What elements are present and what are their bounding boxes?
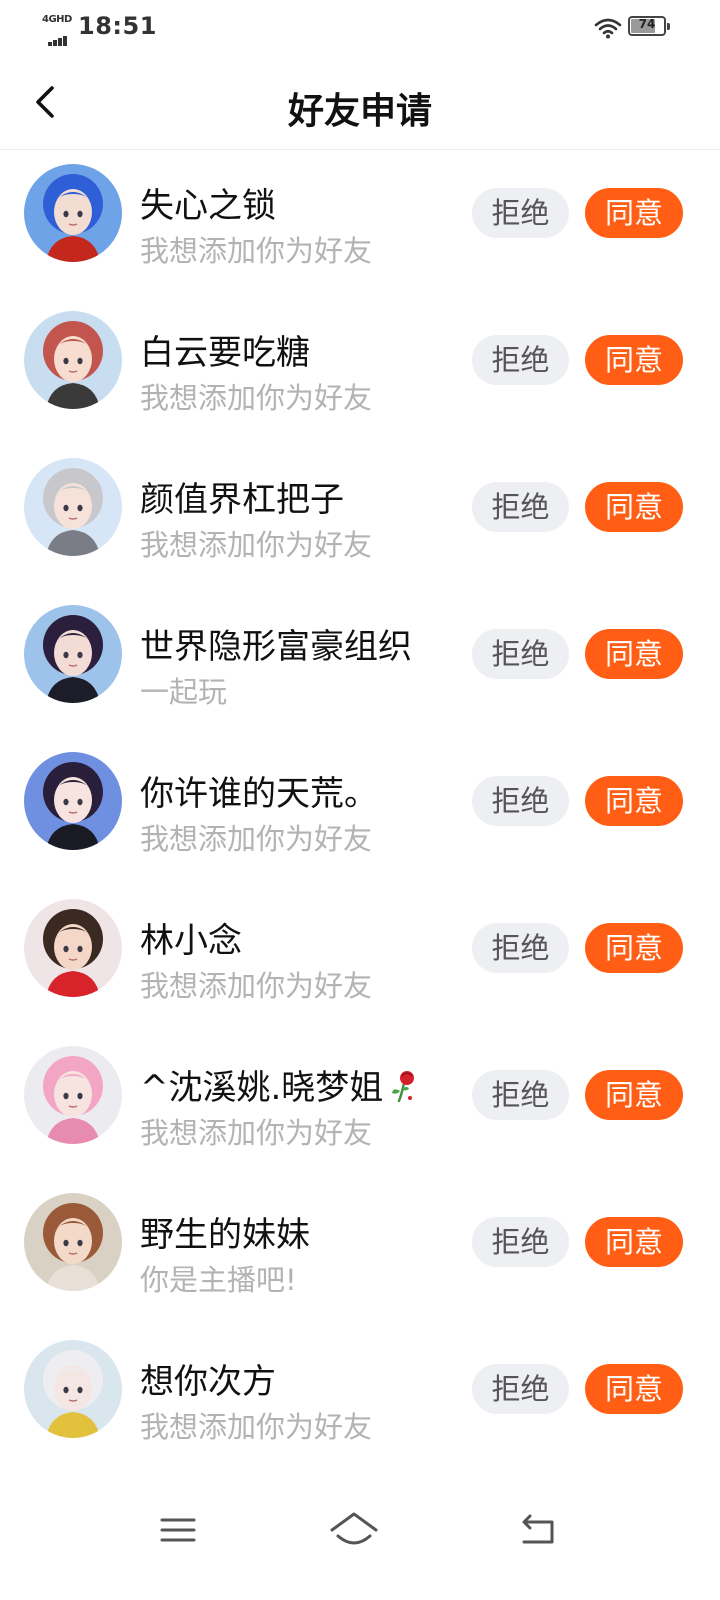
request-message: 我想添加你为好友 <box>140 1410 373 1444</box>
requester-name: 失心之锁 <box>140 186 276 226</box>
friend-request-item: 白云要吃糖 我想添加你为好友 拒绝 同意 <box>0 297 720 444</box>
avatar-image <box>24 1193 122 1291</box>
reject-button[interactable]: 拒绝 <box>472 1070 569 1120</box>
requester-name: 林小念 <box>140 921 242 961</box>
requester-name: ^沈溪姚.晓梦姐 <box>140 1060 423 1109</box>
requester-name: 白云要吃糖 <box>140 333 310 373</box>
accept-button[interactable]: 同意 <box>585 335 683 385</box>
friend-request-item: ^沈溪姚.晓梦姐 我想添加你为好友 拒绝 同意 <box>0 1032 720 1179</box>
accept-button[interactable]: 同意 <box>585 1217 683 1267</box>
requester-name: 想你次方 <box>140 1362 276 1402</box>
accept-button[interactable]: 同意 <box>585 482 683 532</box>
friend-request-item: 野生的妹妹 你是主播吧! 拒绝 同意 <box>0 1179 720 1326</box>
friend-request-item: 失心之锁 我想添加你为好友 拒绝 同意 <box>0 150 720 297</box>
status-bar: 4GHD 18:51 74 <box>0 0 720 56</box>
requester-name: 世界隐形富豪组织 <box>140 627 412 667</box>
friend-request-list: 失心之锁 我想添加你为好友 拒绝 同意 白云要吃糖 我想添加你为好友 拒绝 同意… <box>0 150 720 1473</box>
avatar[interactable] <box>24 164 122 262</box>
accept-button[interactable]: 同意 <box>585 188 683 238</box>
avatar-image <box>24 1046 122 1144</box>
request-message: 我想添加你为好友 <box>140 1116 373 1150</box>
accept-button[interactable]: 同意 <box>585 1070 683 1120</box>
accept-button[interactable]: 同意 <box>585 629 683 679</box>
avatar[interactable] <box>24 1046 122 1144</box>
request-message: 我想添加你为好友 <box>140 381 373 415</box>
request-message: 我想添加你为好友 <box>140 234 373 268</box>
status-time: 18:51 <box>78 12 157 40</box>
battery-level: 74 <box>638 17 656 31</box>
avatar-image <box>24 605 122 703</box>
requester-name: 颜值界杠把子 <box>140 480 344 520</box>
reject-button[interactable]: 拒绝 <box>472 776 569 826</box>
avatar[interactable] <box>24 752 122 850</box>
friend-request-item: 林小念 我想添加你为好友 拒绝 同意 <box>0 885 720 1032</box>
reject-button[interactable]: 拒绝 <box>472 482 569 532</box>
request-message: 你是主播吧! <box>140 1263 297 1297</box>
reject-button[interactable]: 拒绝 <box>472 629 569 679</box>
page-title: 好友申请 <box>287 91 432 132</box>
reject-button[interactable]: 拒绝 <box>472 1217 569 1267</box>
accept-button[interactable]: 同意 <box>585 923 683 973</box>
return-button[interactable] <box>510 1508 566 1552</box>
wifi-icon <box>594 16 622 40</box>
avatar-image <box>24 752 122 850</box>
request-message: 我想添加你为好友 <box>140 528 373 562</box>
avatar-image <box>24 164 122 262</box>
menu-button[interactable] <box>150 1508 206 1552</box>
home-button[interactable] <box>326 1508 382 1552</box>
system-nav-bar <box>0 1490 720 1570</box>
avatar-image <box>24 899 122 997</box>
cellular-signal-icon: 4GHD <box>40 14 76 46</box>
avatar[interactable] <box>24 458 122 556</box>
reject-button[interactable]: 拒绝 <box>472 923 569 973</box>
reject-button[interactable]: 拒绝 <box>472 1364 569 1414</box>
accept-button[interactable]: 同意 <box>585 776 683 826</box>
return-icon <box>522 1514 554 1544</box>
avatar[interactable] <box>24 311 122 409</box>
avatar[interactable] <box>24 1193 122 1291</box>
avatar-image <box>24 311 122 409</box>
avatar[interactable] <box>24 605 122 703</box>
avatar[interactable] <box>24 1340 122 1438</box>
avatar[interactable] <box>24 899 122 997</box>
friend-request-item: 颜值界杠把子 我想添加你为好友 拒绝 同意 <box>0 444 720 591</box>
reject-button[interactable]: 拒绝 <box>472 188 569 238</box>
header: 好友申请 <box>0 56 720 150</box>
battery-icon: 74 <box>628 16 670 36</box>
request-message: 我想添加你为好友 <box>140 822 373 856</box>
network-type: 4GHD <box>42 14 72 25</box>
requester-name: 野生的妹妹 <box>140 1215 310 1255</box>
reject-button[interactable]: 拒绝 <box>472 335 569 385</box>
menu-icon <box>160 1518 196 1542</box>
avatar-image <box>24 458 122 556</box>
friend-request-item: 你许谁的天荒。 我想添加你为好友 拒绝 同意 <box>0 738 720 885</box>
friend-request-item: 世界隐形富豪组织 一起玩 拒绝 同意 <box>0 591 720 738</box>
home-icon <box>330 1512 378 1545</box>
requester-name: 你许谁的天荒。 <box>140 774 378 814</box>
friend-request-item: 想你次方 我想添加你为好友 拒绝 同意 <box>0 1326 720 1473</box>
accept-button[interactable]: 同意 <box>585 1364 683 1414</box>
rose-icon <box>385 1067 423 1105</box>
avatar-image <box>24 1340 122 1438</box>
request-message: 我想添加你为好友 <box>140 969 373 1003</box>
request-message: 一起玩 <box>140 675 228 709</box>
